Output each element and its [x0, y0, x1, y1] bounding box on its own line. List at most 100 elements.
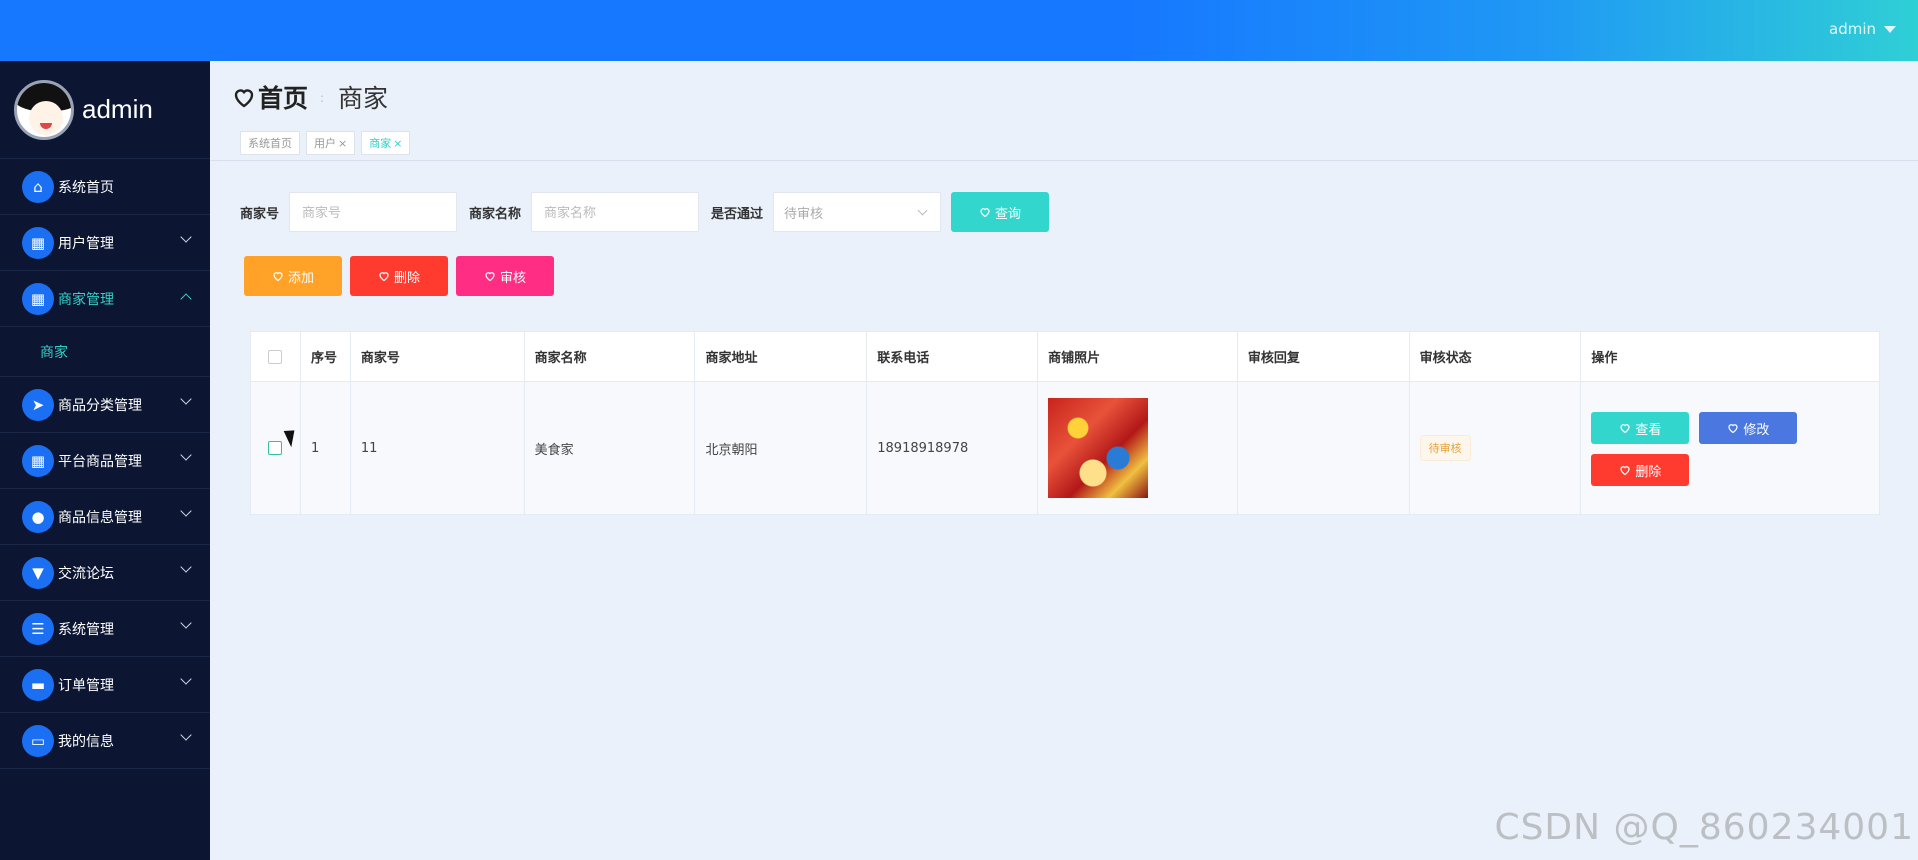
sidebar-item-order-management[interactable]: ▬ 订单管理 [0, 657, 210, 713]
sidebar-item-label: 商品分类管理 [58, 397, 142, 414]
column-header: 审核回复 [1238, 332, 1410, 381]
merchant-table: 序号 商家号 商家名称 商家地址 联系电话 商铺照片 审核回复 审核状态 操作 … [250, 331, 1880, 515]
avatar [14, 79, 74, 140]
sidebar-item-system-management[interactable]: ☰ 系统管理 [0, 601, 210, 657]
merchant-name-input[interactable] [531, 192, 700, 232]
caret-down-icon [1884, 25, 1896, 33]
grid-icon: ▦ [22, 226, 54, 259]
cell-merchant-no: 11 [351, 382, 525, 514]
table-row: 1 11 美食家 北京朝阳 18918918978 待审核 查看 修改 删除 [251, 382, 1879, 514]
chevron-down-icon [180, 449, 192, 461]
sidebar-item-label: 我的信息 [58, 733, 114, 750]
column-header: 商铺照片 [1038, 332, 1238, 381]
cell-phone: 18918918978 [867, 382, 1039, 514]
heart-icon [234, 89, 254, 108]
chevron-down-icon [180, 505, 192, 517]
user-menu[interactable]: admin [1829, 20, 1896, 38]
edit-button[interactable]: 修改 [1699, 412, 1798, 444]
sidebar-item-merchant-management[interactable]: ▦ 商家管理 [0, 271, 210, 327]
grid-icon: ▦ [22, 282, 54, 315]
cell-reply [1238, 382, 1410, 514]
header-divider [210, 160, 1918, 161]
search-bar: 商家号 商家名称 是否通过 待审核 查询 [240, 192, 1050, 232]
close-icon[interactable]: × [393, 137, 402, 150]
chevron-down-icon [180, 617, 192, 629]
sidebar-item-user-management[interactable]: ▦ 用户管理 [0, 215, 210, 271]
review-button[interactable]: 审核 [456, 256, 554, 296]
page-title-text: 首页 [258, 84, 309, 113]
chevron-up-icon [180, 293, 192, 305]
wallet-icon: ▭ [22, 724, 54, 757]
user-menu-label: admin [1829, 20, 1876, 38]
page-title: 首页 [232, 79, 308, 115]
watermark: CSDN @Q_860234001 [1494, 807, 1914, 848]
query-button[interactable]: 查询 [951, 192, 1050, 232]
sidebar-item-my-info[interactable]: ▭ 我的信息 [0, 713, 210, 769]
sidebar-item-label: 商品信息管理 [58, 509, 142, 526]
add-button[interactable]: 添加 [244, 256, 342, 296]
select-all-checkbox[interactable] [268, 349, 283, 364]
tab-label: 用户 [314, 137, 336, 150]
row-delete-button-label: 删除 [1635, 464, 1662, 480]
tab-home[interactable]: 系统首页 [240, 131, 300, 155]
approved-label: 是否通过 [711, 206, 764, 222]
chevron-down-icon [180, 393, 192, 405]
sidebar-item-category-management[interactable]: ➤ 商品分类管理 [0, 377, 210, 433]
column-header: 操作 [1591, 351, 1618, 366]
delete-button[interactable]: 删除 [350, 256, 448, 296]
heart-icon [1620, 424, 1630, 434]
tab-bar: 系统首页 用户 × 商家 × [240, 131, 411, 155]
column-header: 联系电话 [867, 332, 1039, 381]
list-icon: ☰ [22, 612, 54, 645]
tab-merchant[interactable]: 商家 × [361, 131, 411, 155]
column-header: 序号 [301, 332, 351, 381]
heart-icon [980, 208, 990, 218]
sidebar-item-label: 订单管理 [58, 677, 114, 694]
cell-operations: 查看 修改 删除 [1581, 382, 1879, 514]
page-header: 首页 : 商家 [210, 61, 1918, 125]
view-button[interactable]: 查看 [1591, 412, 1690, 444]
shop-photo[interactable] [1048, 398, 1149, 498]
merchant-no-input[interactable] [289, 192, 458, 232]
grid-icon: ▦ [22, 444, 54, 477]
close-icon[interactable]: × [338, 137, 347, 150]
sidebar-subitem-merchant[interactable]: 商家 [0, 327, 210, 377]
row-select-cell [251, 382, 301, 514]
chevron-down-icon [180, 729, 192, 741]
sidebar-item-forum[interactable]: ▼ 交流论坛 [0, 545, 210, 601]
sidebar-item-goods-info[interactable]: ● 商品信息管理 [0, 489, 210, 545]
heart-icon [273, 272, 283, 282]
chevron-down-icon [180, 231, 192, 243]
top-bar: admin [0, 0, 1918, 61]
user-icon: ● [22, 500, 54, 533]
chevron-down-icon [180, 561, 192, 573]
tab-user[interactable]: 用户 × [306, 131, 356, 155]
ticket-icon: ▬ [22, 668, 54, 701]
sidebar-item-label: 用户管理 [58, 235, 114, 252]
review-button-label: 审核 [499, 270, 526, 286]
cell-status: 待审核 [1410, 382, 1582, 514]
edit-button-label: 修改 [1743, 422, 1770, 438]
paper-plane-icon: ➤ [22, 388, 54, 421]
heart-icon [485, 272, 495, 282]
cell-index: 1 [301, 382, 351, 514]
row-delete-button[interactable]: 删除 [1591, 454, 1690, 486]
approved-select[interactable]: 待审核 [773, 192, 942, 232]
sidebar-item-label: 交流论坛 [58, 565, 114, 582]
sidebar-item-platform-goods[interactable]: ▦ 平台商品管理 [0, 433, 210, 489]
table-header: 序号 商家号 商家名称 商家地址 联系电话 商铺照片 审核回复 审核状态 操作 [251, 332, 1879, 382]
tab-label: 系统首页 [248, 137, 292, 150]
sidebar-item-home[interactable]: ⌂ 系统首页 [0, 159, 210, 215]
cell-address: 北京朝阳 [695, 382, 868, 514]
sidebar-item-label: 平台商品管理 [58, 453, 142, 470]
sidebar-username: admin [82, 94, 153, 124]
breadcrumb-separator: : [320, 91, 325, 105]
chevron-down-icon [180, 673, 192, 685]
cell-merchant-name: 美食家 [525, 382, 696, 514]
column-header: 商家号 [351, 332, 525, 381]
heart-icon [1728, 424, 1738, 434]
row-checkbox[interactable] [268, 441, 283, 455]
sidebar-item-label: 商家管理 [58, 291, 114, 308]
merchant-name-label: 商家名称 [469, 206, 522, 222]
column-header: 商家地址 [695, 332, 868, 381]
